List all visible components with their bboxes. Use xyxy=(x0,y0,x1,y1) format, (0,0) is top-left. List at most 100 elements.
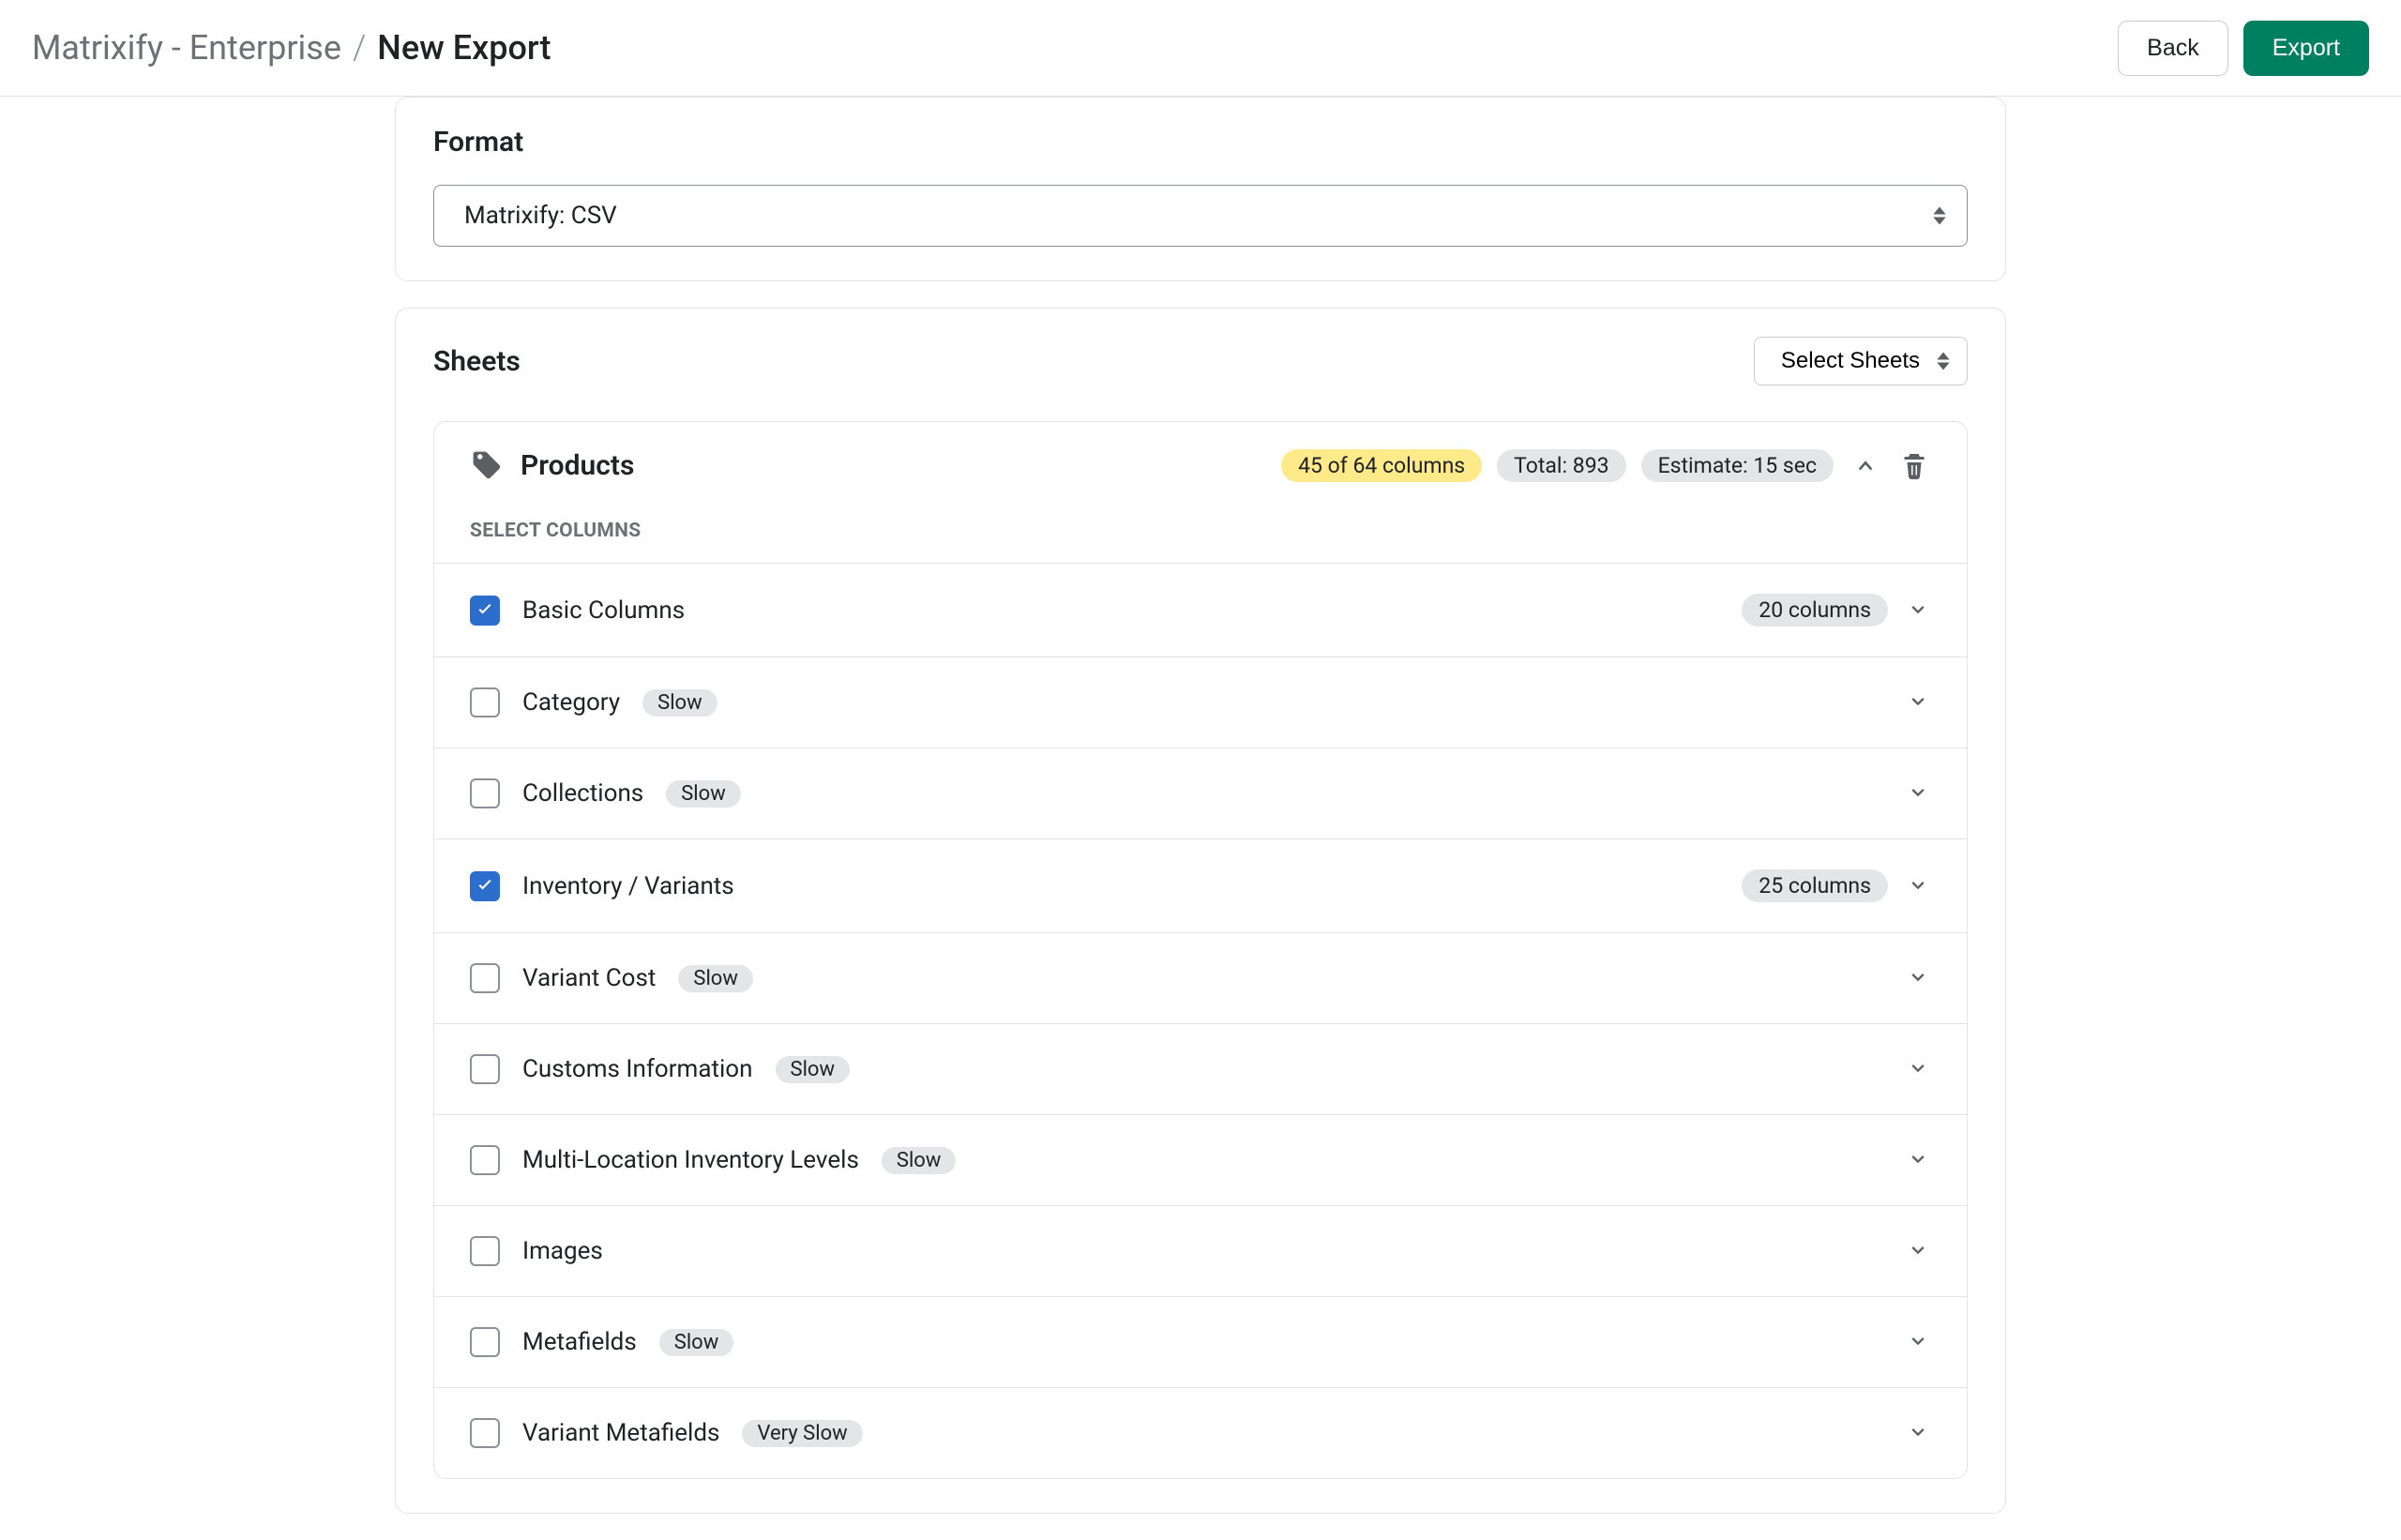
column-label: Customs Information xyxy=(522,1055,753,1083)
column-row-left: Customs Information Slow xyxy=(470,1054,1882,1084)
expand-column-button[interactable] xyxy=(1905,873,1931,899)
format-select-value: Matrixify: CSV xyxy=(464,202,617,230)
column-row: Collections Slow xyxy=(434,747,1967,838)
column-row-left: Variant Metafields Very Slow xyxy=(470,1418,1882,1448)
top-actions: Back Export xyxy=(2118,21,2369,76)
column-checkbox[interactable] xyxy=(470,687,500,717)
breadcrumb-current: New Export xyxy=(377,28,551,68)
column-label: Metafields xyxy=(522,1328,637,1356)
column-row-left: Metafields Slow xyxy=(470,1327,1882,1357)
breadcrumb-app[interactable]: Matrixify - Enterprise xyxy=(32,28,341,68)
column-checkbox[interactable] xyxy=(470,963,500,993)
expand-column-button[interactable] xyxy=(1905,780,1931,807)
slow-badge: Slow xyxy=(776,1056,851,1083)
sheets-card: Sheets Select Sheets xyxy=(395,308,2006,1514)
format-card: Format Matrixify: CSV xyxy=(395,97,2006,281)
expand-column-button[interactable] xyxy=(1905,1147,1931,1173)
slow-badge: Slow xyxy=(882,1147,957,1174)
expand-column-button[interactable] xyxy=(1905,1420,1931,1446)
chevron-up-icon xyxy=(1854,454,1877,476)
collapse-sheet-button[interactable] xyxy=(1849,448,1882,482)
column-row: Basic Columns 20 columns xyxy=(434,563,1967,657)
products-sheet-name: Products xyxy=(521,449,634,482)
column-rows: Basic Columns 20 columns CategorySlow Colle… xyxy=(434,563,1967,1478)
top-bar: Matrixify - Enterprise / New Export Back… xyxy=(0,0,2401,97)
column-row-left: Multi-Location Inventory Levels Slow xyxy=(470,1145,1882,1175)
column-row: Variant Cost Slow xyxy=(434,932,1967,1023)
chevron-down-icon xyxy=(1908,783,1928,804)
column-row-left: Images xyxy=(470,1236,1882,1266)
chevron-down-icon xyxy=(1908,1332,1928,1352)
trash-icon xyxy=(1900,451,1928,479)
column-label: Variant Metafields xyxy=(522,1419,719,1447)
column-row-right xyxy=(1905,1238,1931,1264)
column-row-right xyxy=(1905,780,1931,807)
chevron-down-icon xyxy=(1908,692,1928,713)
export-button[interactable]: Export xyxy=(2243,21,2369,76)
column-label: Images xyxy=(522,1237,603,1265)
expand-column-button[interactable] xyxy=(1905,1056,1931,1082)
slow-badge: Slow xyxy=(678,965,753,992)
column-row: Variant Metafields Very Slow xyxy=(434,1387,1967,1478)
column-label: Collections xyxy=(522,779,643,808)
column-row: Multi-Location Inventory Levels Slow xyxy=(434,1114,1967,1205)
select-columns-label: SELECT COLUMNS xyxy=(434,508,1967,563)
column-checkbox[interactable] xyxy=(470,1236,500,1266)
expand-column-button[interactable] xyxy=(1905,1329,1931,1355)
column-row-right xyxy=(1905,1056,1931,1082)
chevron-down-icon xyxy=(1908,1241,1928,1261)
column-row: Customs Information Slow xyxy=(434,1023,1967,1114)
column-label: Basic Columns xyxy=(522,596,685,625)
slow-badge: Slow xyxy=(642,689,717,717)
page-inner: Format Matrixify: CSV Sheets Select Shee… xyxy=(395,97,2006,1540)
column-row-left: Variant Cost Slow xyxy=(470,963,1882,993)
slow-badge: Slow xyxy=(659,1329,734,1356)
column-row-right xyxy=(1905,689,1931,716)
column-checkbox[interactable] xyxy=(470,778,500,808)
expand-column-button[interactable] xyxy=(1905,965,1931,991)
column-row-left: CategorySlow xyxy=(470,687,1882,717)
chevron-down-icon xyxy=(1908,1423,1928,1443)
column-checkbox[interactable] xyxy=(470,871,500,901)
updown-caret-icon xyxy=(1937,353,1950,370)
chevron-down-icon xyxy=(1908,1059,1928,1080)
products-sheet-header: Products 45 of 64 columns Total: 893 Est… xyxy=(434,422,1967,508)
column-checkbox[interactable] xyxy=(470,1418,500,1448)
column-row-right: 20 columns xyxy=(1742,594,1931,627)
format-section: Format Matrixify: CSV xyxy=(396,98,2005,280)
estimate-badge: Estimate: 15 sec xyxy=(1641,449,1834,482)
expand-column-button[interactable] xyxy=(1905,689,1931,716)
column-checkbox[interactable] xyxy=(470,596,500,626)
column-label: Multi-Location Inventory Levels xyxy=(522,1146,859,1174)
select-sheets-label: Select Sheets xyxy=(1781,348,1920,374)
breadcrumb: Matrixify - Enterprise / New Export xyxy=(32,28,551,68)
column-row: Metafields Slow xyxy=(434,1296,1967,1387)
chevron-down-icon xyxy=(1908,1150,1928,1170)
products-sheet-header-right: 45 of 64 columns Total: 893 Estimate: 15… xyxy=(1281,448,1931,482)
total-badge: Total: 893 xyxy=(1497,449,1625,482)
column-label: Inventory / Variants xyxy=(522,872,734,900)
column-checkbox[interactable] xyxy=(470,1327,500,1357)
column-label: Variant Cost xyxy=(522,964,656,992)
column-row-left: Inventory / Variants xyxy=(470,871,1719,901)
format-select[interactable]: Matrixify: CSV xyxy=(433,185,1968,247)
back-button[interactable]: Back xyxy=(2118,21,2228,76)
tag-icon xyxy=(470,448,504,482)
slow-badge: Very Slow xyxy=(742,1420,862,1447)
column-row-right xyxy=(1905,965,1931,991)
column-count-badge: 25 columns xyxy=(1742,869,1888,902)
sheets-title: Sheets xyxy=(433,345,521,378)
column-checkbox[interactable] xyxy=(470,1054,500,1084)
sheets-section: Sheets Select Sheets xyxy=(396,309,2005,1513)
select-sheets-button[interactable]: Select Sheets xyxy=(1754,337,1968,385)
expand-column-button[interactable] xyxy=(1905,1238,1931,1264)
products-sheet: Products 45 of 64 columns Total: 893 Est… xyxy=(433,421,1968,1479)
page-body: Format Matrixify: CSV Sheets Select Shee… xyxy=(0,97,2401,1540)
column-checkbox[interactable] xyxy=(470,1145,500,1175)
delete-sheet-button[interactable] xyxy=(1897,448,1931,482)
column-row-left: Collections Slow xyxy=(470,778,1882,808)
expand-column-button[interactable] xyxy=(1905,597,1931,624)
slow-badge: Slow xyxy=(666,780,741,808)
column-row: Images xyxy=(434,1205,1967,1296)
column-row-right: 25 columns xyxy=(1742,869,1931,902)
